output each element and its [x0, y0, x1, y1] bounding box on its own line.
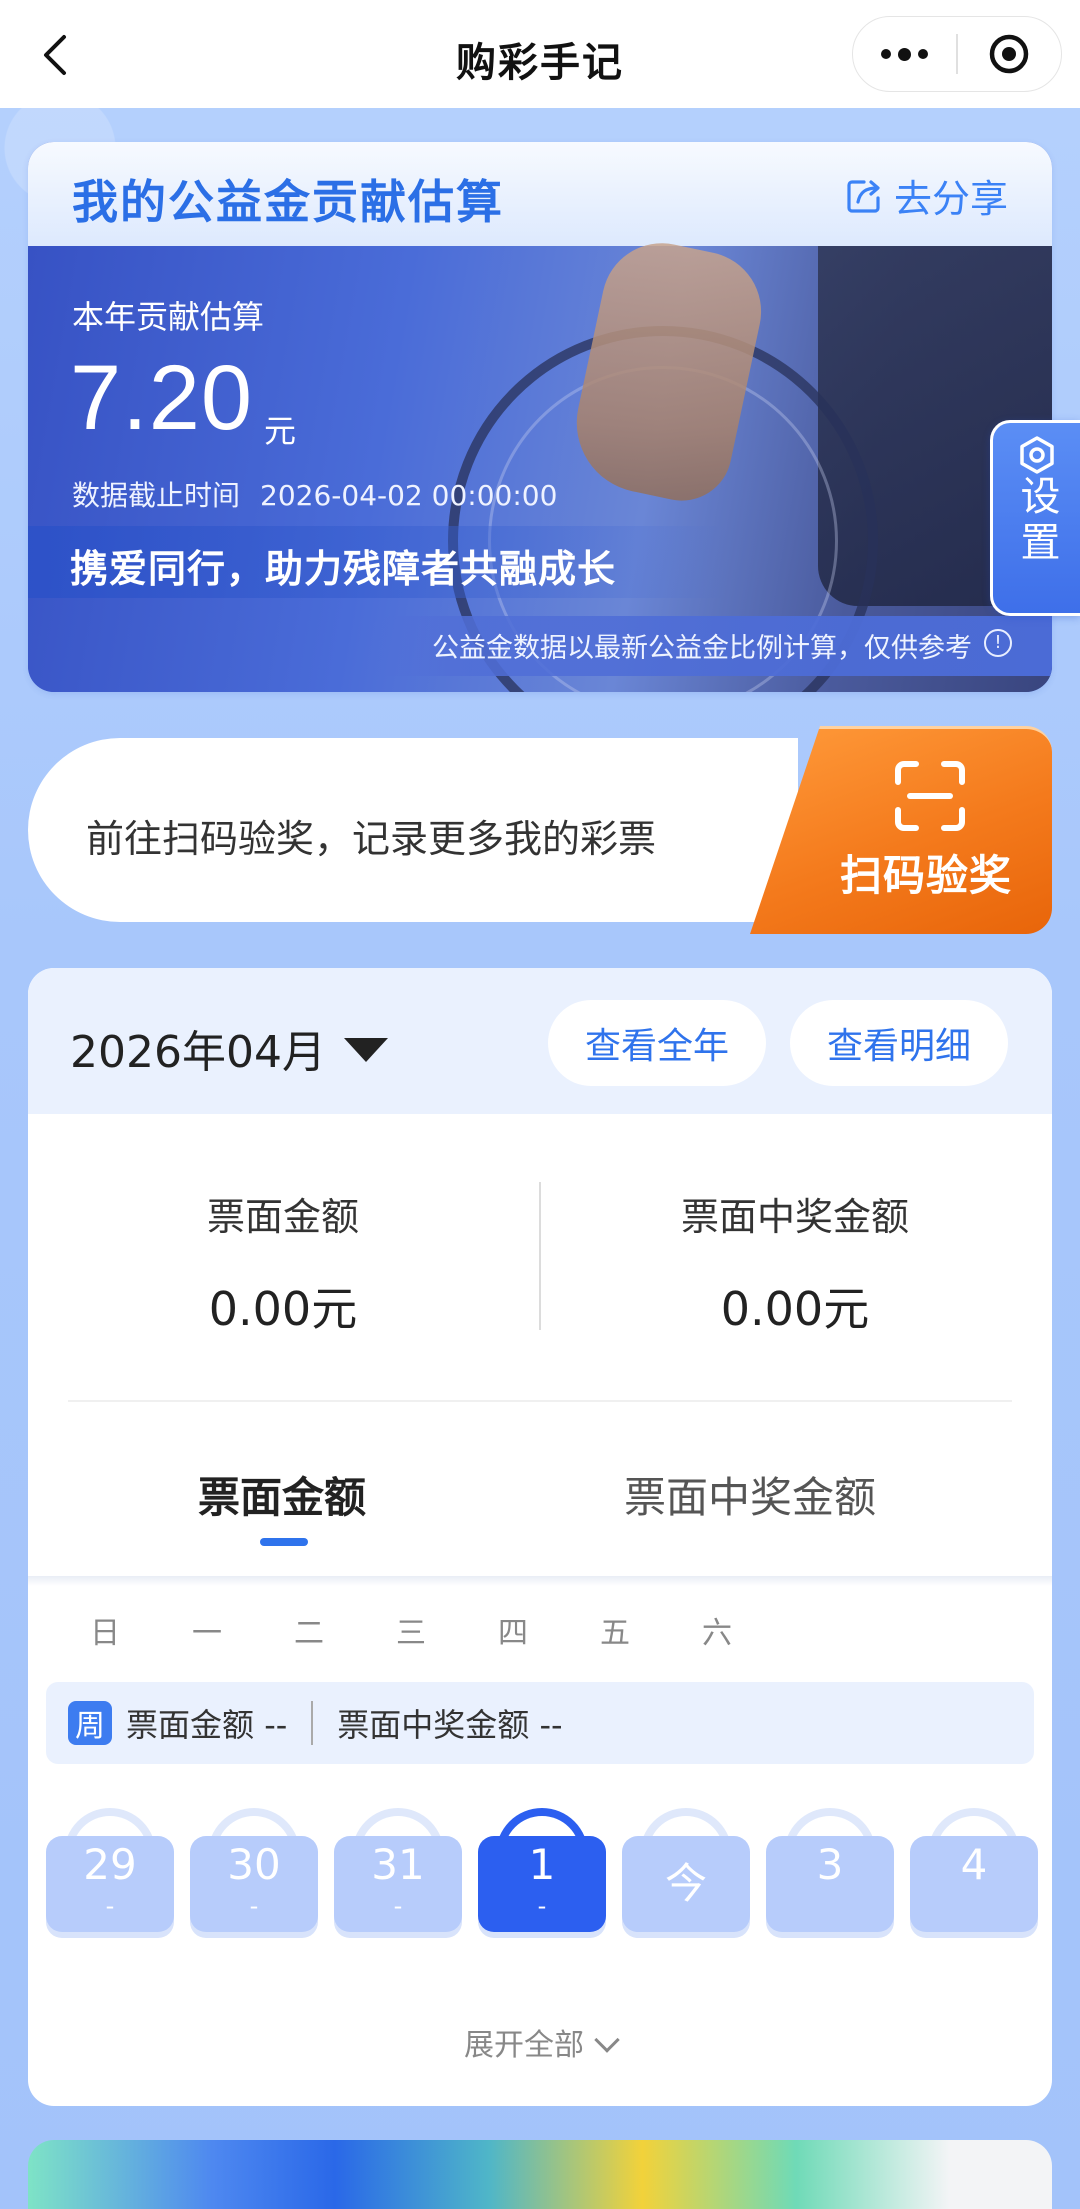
- weekday-sun: 日: [90, 1616, 120, 1651]
- more-dot-icon: [881, 49, 892, 59]
- day-number: 今: [664, 1859, 707, 1908]
- more-menu-button[interactable]: [853, 17, 956, 91]
- calendar-day[interactable]: 4: [910, 1808, 1038, 1942]
- day-number: 29: [83, 1840, 137, 1889]
- win-amount-label: 票面中奖金额: [680, 1195, 909, 1239]
- week-face-amount: 票面金额 --: [126, 1700, 287, 1746]
- nav-bar: 购彩手记: [0, 0, 1080, 108]
- week-win-value: --: [539, 1706, 563, 1744]
- contribution-card: 我的公益金贡献估算 去分享 本年贡献估算 7.20 元 数据截止时间 2026-0…: [28, 142, 1052, 692]
- share-icon: [847, 179, 880, 213]
- weekday-mon: 一: [192, 1616, 222, 1651]
- more-dot-icon: [918, 49, 929, 59]
- day-value: -: [249, 1892, 259, 1920]
- tab-win-amount[interactable]: 票面中奖金额: [624, 1464, 876, 1525]
- slogan: 携爱同行，助力残障者共融成长: [70, 547, 617, 591]
- face-amount-value: 0.00元: [208, 1282, 358, 1336]
- calendar-day[interactable]: 30 -: [190, 1808, 318, 1942]
- week-badge: 周: [68, 1701, 112, 1745]
- week-face-label: 票面金额: [126, 1706, 255, 1744]
- weekday-header: 日 一 二 三 四 五 六: [28, 1608, 1052, 1658]
- share-label: 去分享: [893, 177, 1008, 221]
- win-amount-value: 0.00元: [720, 1282, 870, 1336]
- settings-label: 设置: [1013, 475, 1060, 567]
- miniapp-capsule: [852, 16, 1062, 92]
- weekday-tue: 二: [294, 1616, 324, 1651]
- day-number: 31: [371, 1840, 425, 1889]
- scan-prompt-text: 前往扫码验奖，记录更多我的彩票: [86, 817, 657, 861]
- data-cutoff: 数据截止时间 2026-04-02 00:00:00: [72, 474, 557, 514]
- cutoff-time: 2026-04-02 00:00:00: [260, 479, 558, 512]
- close-miniapp-button[interactable]: [958, 17, 1061, 91]
- contribution-title: 我的公益金贡献估算: [72, 175, 504, 229]
- weekday-sat: 六: [702, 1616, 732, 1651]
- weekday-wed: 三: [396, 1616, 426, 1651]
- day-value: -: [393, 1892, 403, 1920]
- year-contribution-label: 本年贡献估算: [72, 298, 265, 336]
- cutoff-label: 数据截止时间: [72, 479, 241, 512]
- calendar-day-today[interactable]: 今: [622, 1808, 750, 1942]
- share-button[interactable]: 去分享: [844, 168, 1008, 223]
- calendar-day[interactable]: 29 -: [46, 1808, 174, 1942]
- calendar-day[interactable]: 31 -: [334, 1808, 462, 1942]
- contribution-header: 我的公益金贡献估算 去分享: [28, 142, 1052, 246]
- target-icon: [990, 34, 1029, 74]
- expand-all-button[interactable]: 展开全部: [28, 2020, 1052, 2064]
- week-summary-bar: 周 票面金额 -- 票面中奖金额 --: [46, 1682, 1034, 1764]
- promo-banner[interactable]: [28, 2140, 1052, 2209]
- face-amount-summary: 票面金额 0.00元: [28, 1186, 538, 1339]
- records-header: 2026年04月 查看全年 查看明细: [28, 968, 1052, 1114]
- day-number: 3: [816, 1840, 844, 1889]
- active-tab-indicator: [260, 1538, 308, 1546]
- view-detail-button[interactable]: 查看明细: [790, 1000, 1008, 1086]
- contribution-banner: 本年贡献估算 7.20 元 数据截止时间 2026-04-02 00:00:00 …: [28, 232, 1052, 692]
- day-value: -: [105, 1892, 115, 1920]
- month-selector[interactable]: 2026年04月: [70, 1016, 388, 1080]
- face-amount-label: 票面金额: [206, 1195, 359, 1239]
- settings-tab[interactable]: 设置: [990, 420, 1080, 616]
- day-value: -: [537, 1892, 547, 1920]
- week-win-amount: 票面中奖金额 --: [337, 1700, 562, 1746]
- month-label: 2026年04月: [70, 1027, 326, 1078]
- tab-face-amount[interactable]: 票面金额: [198, 1464, 366, 1525]
- calendar-day-selected[interactable]: 1 -: [478, 1808, 606, 1942]
- contribution-amount: 7.20: [70, 347, 254, 449]
- records-card: 2026年04月 查看全年 查看明细 票面金额 0.00元 票面中奖金额 0.0…: [28, 968, 1052, 2106]
- settings-hexagon-icon: [1019, 436, 1054, 474]
- amount-unit: 元: [264, 412, 297, 450]
- tabs-shadow: [28, 1576, 1052, 1586]
- win-amount-summary: 票面中奖金额 0.00元: [540, 1186, 1050, 1339]
- week-face-value: --: [264, 1706, 288, 1744]
- week-summary-divider: [311, 1701, 314, 1745]
- info-icon[interactable]: !: [984, 629, 1012, 657]
- weekday-thu: 四: [498, 1616, 528, 1651]
- view-year-button[interactable]: 查看全年: [548, 1000, 766, 1086]
- day-number: 1: [528, 1840, 556, 1889]
- more-dot-icon: [898, 47, 912, 61]
- scan-icon: [895, 761, 965, 831]
- section-divider: [68, 1400, 1012, 1402]
- chevron-down-icon: [594, 2027, 620, 2053]
- disclaimer-note: 公益金数据以最新公益金比例计算，仅供参考: [432, 633, 972, 664]
- weekday-fri: 五: [600, 1616, 630, 1651]
- week-win-label: 票面中奖金额: [337, 1706, 530, 1744]
- scan-verify-label: 扫码验奖: [840, 851, 1013, 900]
- scan-prompt-card[interactable]: 前往扫码验奖，记录更多我的彩票: [28, 738, 798, 922]
- calendar-day[interactable]: 3: [766, 1808, 894, 1942]
- day-number: 30: [227, 1840, 281, 1889]
- expand-all-label: 展开全部: [464, 2028, 584, 2063]
- caret-down-icon: [343, 1038, 388, 1062]
- day-number: 4: [960, 1840, 988, 1889]
